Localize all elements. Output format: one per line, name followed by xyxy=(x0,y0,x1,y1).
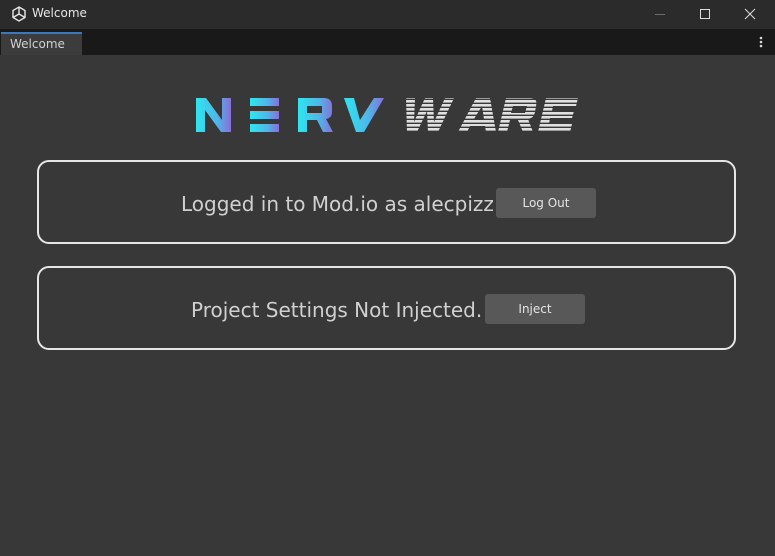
tab-bar xyxy=(0,29,775,55)
inject-button[interactable]: Inject xyxy=(485,294,585,324)
login-status-card: Logged in to Mod.io as alecpizz Log Out xyxy=(37,160,736,244)
project-settings-card: Project Settings Not Injected. Inject xyxy=(37,266,736,350)
window-title: Welcome xyxy=(32,6,87,20)
maximize-icon xyxy=(699,5,711,24)
more-options-icon[interactable] xyxy=(754,33,768,51)
nervware-logo xyxy=(194,96,580,134)
title-bar: Welcome xyxy=(0,0,775,29)
project-settings-status-text: Project Settings Not Injected. xyxy=(191,298,483,322)
minimize-icon xyxy=(654,5,666,24)
tab-welcome[interactable]: Welcome xyxy=(1,32,82,55)
close-icon xyxy=(744,5,756,24)
log-out-button[interactable]: Log Out xyxy=(496,188,596,218)
login-status-text: Logged in to Mod.io as alecpizz xyxy=(181,192,494,216)
unity-app-icon xyxy=(11,6,27,22)
close-button[interactable] xyxy=(727,0,773,29)
maximize-button[interactable] xyxy=(682,0,728,29)
minimize-button[interactable] xyxy=(637,0,683,29)
tab-label: Welcome xyxy=(10,37,65,51)
